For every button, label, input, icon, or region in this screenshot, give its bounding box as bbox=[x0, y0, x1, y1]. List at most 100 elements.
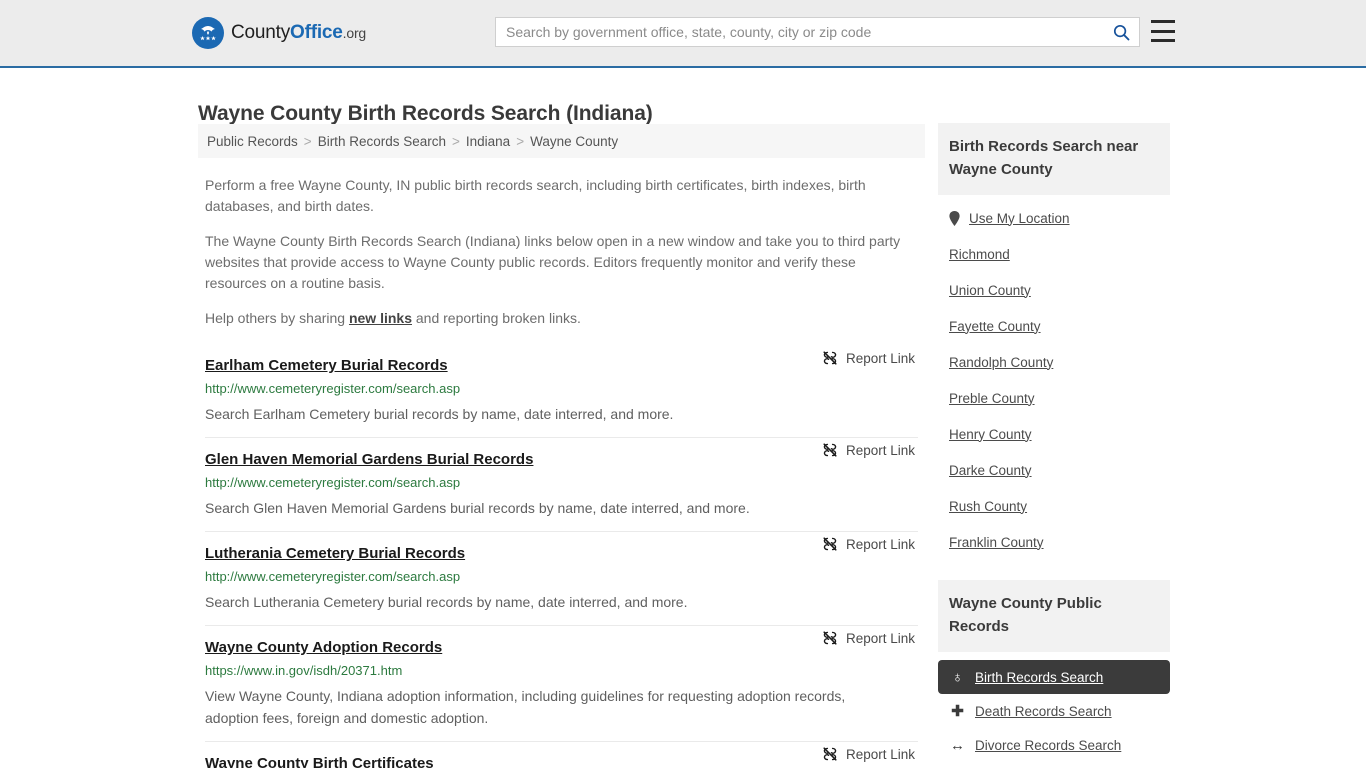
nearby-link-row[interactable]: Rush County bbox=[949, 488, 1159, 524]
nearby-link-row[interactable]: Henry County bbox=[949, 416, 1159, 452]
baby-icon: ♁ bbox=[951, 668, 964, 686]
breadcrumb: Public Records > Birth Records Search > … bbox=[198, 124, 925, 158]
breadcrumb-item-public-records[interactable]: Public Records bbox=[207, 134, 298, 149]
nearby-link[interactable]: Franklin County bbox=[949, 535, 1044, 550]
breadcrumb-separator: > bbox=[303, 133, 312, 149]
broken-link-icon bbox=[823, 747, 837, 761]
result-url: https://www.in.gov/isdh/20371.htm bbox=[205, 663, 403, 678]
map-pin-icon bbox=[949, 210, 960, 226]
countyoffice-eagle-logo-icon bbox=[192, 17, 224, 49]
hamburger-bar-1 bbox=[1151, 20, 1175, 23]
result-item: Wayne County Adoption Records https://www… bbox=[205, 625, 918, 741]
search-icon bbox=[1113, 24, 1129, 40]
hamburger-menu-button[interactable] bbox=[1151, 20, 1175, 42]
broken-link-icon bbox=[823, 537, 837, 551]
report-link-button[interactable]: Report Link bbox=[822, 630, 915, 646]
nearby-link[interactable]: Henry County bbox=[949, 427, 1032, 442]
search-button[interactable] bbox=[1103, 18, 1139, 46]
cross-icon: ✚ bbox=[951, 703, 964, 720]
logo-text-tld: .org bbox=[342, 25, 367, 41]
nearby-link-row[interactable]: Preble County bbox=[949, 380, 1159, 416]
public-record-link[interactable]: Divorce Records Search bbox=[975, 738, 1121, 753]
result-url: http://www.cemeteryregister.com/search.a… bbox=[205, 475, 461, 490]
nearby-link-row[interactable]: Randolph County bbox=[949, 344, 1159, 380]
nearby-link[interactable]: Richmond bbox=[949, 247, 1010, 262]
public-records-heading: Wayne County Public Records bbox=[938, 580, 1170, 652]
sidebar: Birth Records Search near Wayne County U… bbox=[938, 123, 1170, 768]
logo-text-county: County bbox=[231, 22, 291, 43]
public-record-link[interactable]: Birth Records Search bbox=[975, 670, 1103, 685]
report-link-label: Report Link bbox=[845, 350, 915, 366]
nearby-link[interactable]: Fayette County bbox=[949, 319, 1041, 334]
result-item: Earlham Cemetery Burial Records http://ww… bbox=[205, 351, 918, 437]
public-record-link[interactable]: Death Records Search bbox=[975, 704, 1112, 719]
nearby-link[interactable]: Preble County bbox=[949, 391, 1035, 406]
intro-paragraph-1: Perform a free Wayne County, IN public b… bbox=[205, 177, 866, 214]
report-link-label: Report Link bbox=[845, 536, 915, 552]
breadcrumb-separator: > bbox=[516, 133, 525, 149]
result-item: Glen Haven Memorial Gardens Burial Recor… bbox=[205, 437, 918, 531]
public-records-panel: Wayne County Public Records ♁ Birth Recor… bbox=[938, 580, 1170, 768]
nearby-link-row[interactable]: Franklin County bbox=[949, 524, 1159, 560]
search-bar[interactable] bbox=[495, 17, 1140, 47]
report-link-button[interactable]: Report Link bbox=[822, 350, 915, 366]
result-title-link[interactable]: Lutherania Cemetery Burial Records bbox=[205, 545, 465, 562]
public-record-item[interactable]: ↔ Divorce Records Search bbox=[938, 728, 1170, 762]
intro-text: Perform a free Wayne County, IN public b… bbox=[198, 175, 925, 329]
nearby-link[interactable]: Union County bbox=[949, 283, 1031, 298]
intro-paragraph-2: The Wayne County Birth Records Search (I… bbox=[205, 233, 901, 291]
breadcrumb-item-wayne-county[interactable]: Wayne County bbox=[530, 134, 618, 149]
report-link-button[interactable]: Report Link bbox=[822, 746, 915, 762]
hamburger-bar-3 bbox=[1151, 39, 1175, 42]
help-suffix: and reporting broken links. bbox=[412, 310, 581, 326]
page-title: Wayne County Birth Records Search (India… bbox=[198, 102, 653, 126]
breadcrumb-item-indiana[interactable]: Indiana bbox=[466, 134, 510, 149]
new-links-link[interactable]: new links bbox=[349, 310, 412, 326]
site-logo-text: CountyOffice.org bbox=[231, 22, 366, 44]
use-my-location-row[interactable]: Use My Location bbox=[949, 200, 1159, 236]
nearby-panel-heading: Birth Records Search near Wayne County bbox=[938, 123, 1170, 195]
site-header: CountyOffice.org bbox=[0, 0, 1366, 68]
result-title-link[interactable]: Wayne County Adoption Records bbox=[205, 639, 442, 656]
public-record-item[interactable]: ♁ Birth Records Search bbox=[938, 660, 1170, 694]
result-description: Search Earlham Cemetery burial records b… bbox=[205, 406, 674, 422]
report-link-label: Report Link bbox=[845, 442, 915, 458]
result-url: http://www.cemeteryregister.com/search.a… bbox=[205, 569, 461, 584]
report-link-button[interactable]: Report Link bbox=[822, 536, 915, 552]
search-input[interactable] bbox=[496, 18, 1103, 46]
result-title-link[interactable]: Earlham Cemetery Burial Records bbox=[205, 357, 448, 374]
result-item: Lutherania Cemetery Burial Records http:/… bbox=[205, 531, 918, 625]
nearby-link-row[interactable]: Fayette County bbox=[949, 308, 1159, 344]
result-title-link[interactable]: Glen Haven Memorial Gardens Burial Recor… bbox=[205, 451, 533, 468]
report-link-label: Report Link bbox=[845, 746, 915, 762]
results-list: Earlham Cemetery Burial Records http://ww… bbox=[198, 351, 925, 768]
public-record-item[interactable]: ?Genealogy Search bbox=[938, 762, 1170, 768]
result-description: Search Lutherania Cemetery burial record… bbox=[205, 594, 688, 610]
nearby-link-row[interactable]: Darke County bbox=[949, 452, 1159, 488]
report-link-button[interactable]: Report Link bbox=[822, 442, 915, 458]
intro-help-paragraph: Help others by sharing new links and rep… bbox=[205, 308, 918, 329]
hamburger-bar-2 bbox=[1151, 29, 1175, 33]
result-item: Wayne County Birth Certificateshttp://wa… bbox=[205, 741, 918, 768]
site-logo[interactable]: CountyOffice.org bbox=[192, 17, 366, 49]
broken-link-icon bbox=[823, 351, 837, 365]
nearby-link[interactable]: Darke County bbox=[949, 463, 1032, 478]
nearby-links-list: Use My Location Richmond Union County Faye… bbox=[938, 195, 1170, 560]
logo-text-office: Office bbox=[290, 22, 343, 43]
help-prefix: Help others by sharing bbox=[205, 310, 349, 326]
result-title-link[interactable]: Wayne County Birth Certificates bbox=[205, 755, 434, 768]
public-record-item[interactable]: ✚ Death Records Search bbox=[938, 694, 1170, 728]
result-description: Search Glen Haven Memorial Gardens buria… bbox=[205, 500, 750, 516]
result-description: View Wayne County, Indiana adoption info… bbox=[205, 688, 846, 726]
nearby-link[interactable]: Randolph County bbox=[949, 355, 1053, 370]
arrows-left-right-icon: ↔ bbox=[950, 736, 965, 754]
nearby-link[interactable]: Rush County bbox=[949, 499, 1027, 514]
nearby-link-row[interactable]: Richmond bbox=[949, 236, 1159, 272]
main-content-column: Public Records > Birth Records Search > … bbox=[198, 124, 925, 768]
public-records-list: ♁ Birth Records Search ✚ Death Records Sear… bbox=[938, 660, 1170, 768]
breadcrumb-item-birth-records-search[interactable]: Birth Records Search bbox=[318, 134, 446, 149]
use-my-location-link[interactable]: Use My Location bbox=[969, 211, 1070, 226]
nearby-link-row[interactable]: Union County bbox=[949, 272, 1159, 308]
broken-link-icon bbox=[823, 443, 837, 457]
result-url: http://www.cemeteryregister.com/search.a… bbox=[205, 381, 461, 396]
